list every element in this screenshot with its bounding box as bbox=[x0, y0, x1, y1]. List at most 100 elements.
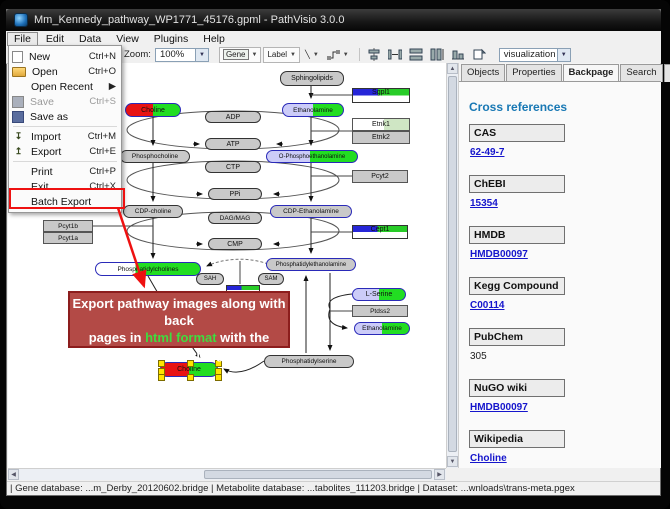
selection-handle[interactable] bbox=[158, 374, 165, 381]
cross-reference-link[interactable]: 62-49-7 bbox=[470, 147, 504, 158]
file-menu-item-print[interactable]: PrintCtrl+P bbox=[10, 164, 120, 179]
pathway-node-choline[interactable]: Choline bbox=[125, 103, 181, 117]
scroll-up-icon[interactable]: ▲ bbox=[447, 63, 458, 74]
line-tool-button[interactable]: ╲ ▼ bbox=[302, 48, 322, 62]
vertical-scroll-thumb[interactable] bbox=[448, 76, 457, 452]
menu-item-shortcut: Ctrl+O bbox=[88, 66, 116, 77]
tab-backpage[interactable]: Backpage bbox=[563, 64, 620, 82]
file-menu-item-exit[interactable]: ExitCtrl+X bbox=[10, 179, 120, 194]
section-title: ChEBI bbox=[469, 175, 565, 193]
cross-reference-link[interactable]: HMDB00097 bbox=[470, 249, 528, 260]
page-flip-icon[interactable] bbox=[470, 47, 488, 62]
vertical-scrollbar[interactable]: ▲ ▼ bbox=[446, 63, 458, 468]
menu-plugins[interactable]: Plugins bbox=[147, 32, 195, 46]
pathway-node-o-phosphoethanolamine[interactable]: O-Phosphoethanolamine bbox=[266, 150, 358, 163]
pathway-node-pcyt1b[interactable]: Pcyt1b bbox=[43, 220, 93, 232]
file-menu-item-batch-export[interactable]: Batch Export bbox=[10, 194, 120, 209]
pathway-node-sah[interactable]: SAH bbox=[196, 273, 224, 285]
menu-data[interactable]: Data bbox=[72, 32, 108, 46]
pathway-node-phosphocholine[interactable]: Phosphocholine bbox=[120, 150, 190, 163]
status-text: | Gene database: ...m_Derby_20120602.bri… bbox=[10, 483, 575, 494]
pathway-node-sgpl1[interactable]: Sgpl1 bbox=[352, 88, 410, 103]
file-menu-item-export[interactable]: ↥ExportCtrl+E bbox=[10, 144, 120, 159]
pathway-node-etnk2[interactable]: Etnk2 bbox=[352, 131, 410, 144]
node-label: DAG/MAG bbox=[220, 215, 251, 222]
horizontal-scrollbar[interactable]: ◀ ▶ bbox=[8, 468, 446, 480]
backpage-section-nugo-wiki: NuGO wikiHMDB00097 bbox=[469, 379, 661, 420]
backpage-section-pubchem: PubChem305 bbox=[469, 328, 661, 369]
menu-file[interactable]: File bbox=[7, 32, 38, 46]
tab-properties[interactable]: Properties bbox=[506, 64, 561, 82]
pathway-node-pcyt1a[interactable]: Pcyt1a bbox=[43, 232, 93, 244]
file-menu-item-open-recent[interactable]: Open Recent▶ bbox=[10, 79, 120, 94]
cross-references-heading: Cross references bbox=[469, 100, 661, 114]
connector-tool-button[interactable]: ▼ bbox=[324, 48, 352, 62]
zoom-combobox[interactable]: 100% ▼ bbox=[155, 48, 209, 62]
pathway-node-cdp-ethanolamine[interactable]: CDP-Ethanolamine bbox=[270, 205, 352, 218]
selection-handle[interactable] bbox=[215, 374, 222, 381]
align-bottom-icon[interactable] bbox=[449, 47, 467, 62]
node-label: Sphingolipids bbox=[291, 75, 333, 82]
horizontal-scroll-thumb[interactable] bbox=[204, 470, 432, 479]
pathway-node-adp[interactable]: ADP bbox=[205, 111, 261, 123]
pathway-node-ptdss2[interactable]: Ptdss2 bbox=[352, 305, 408, 317]
menu-view[interactable]: View bbox=[109, 32, 146, 46]
stack-rows-icon[interactable] bbox=[407, 47, 425, 62]
pathway-node-ctp[interactable]: CTP bbox=[205, 161, 261, 173]
menu-item-label: Export bbox=[31, 146, 81, 158]
file-menu-item-import[interactable]: ↧ImportCtrl+M bbox=[10, 129, 120, 144]
pathway-node-cmp[interactable]: CMP bbox=[208, 238, 262, 250]
node-label: Ethanolamine bbox=[293, 107, 333, 114]
menu-help[interactable]: Help bbox=[196, 32, 232, 46]
menu-edit[interactable]: Edit bbox=[39, 32, 71, 46]
backpage-section-wikipedia: WikipediaCholine bbox=[469, 430, 661, 468]
backpage-section-kegg-compound: Kegg CompoundC00114 bbox=[469, 277, 661, 318]
title-bar[interactable]: Mm_Kennedy_pathway_WP1771_45176.gpml - P… bbox=[6, 9, 661, 31]
node-label: ATP bbox=[226, 141, 239, 148]
chevron-down-icon: ▼ bbox=[343, 52, 349, 58]
label-tool-button[interactable]: Label ▼ bbox=[263, 47, 300, 63]
chevron-down-icon: ▼ bbox=[290, 52, 296, 58]
cross-reference-link[interactable]: HMDB00097 bbox=[470, 402, 528, 413]
backpage-section-cas: CAS62-49-7 bbox=[469, 124, 661, 165]
gene-tool-button[interactable]: Gene ▼ bbox=[219, 47, 262, 63]
pathway-node-ethanolamine[interactable]: Ethanolamine bbox=[354, 322, 410, 335]
pathway-node-ethanolamine[interactable]: Ethanolamine bbox=[282, 103, 344, 117]
file-menu-item-open[interactable]: OpenCtrl+O bbox=[10, 64, 120, 79]
pathway-node-cept1[interactable]: Cept1 bbox=[352, 225, 408, 239]
visualization-combobox[interactable]: visualization ▼ bbox=[499, 48, 571, 62]
pathway-node-sphingolipids[interactable]: Sphingolipids bbox=[280, 71, 344, 86]
file-menu-item-save[interactable]: SaveCtrl+S bbox=[10, 94, 120, 109]
tab-objects[interactable]: Objects bbox=[461, 64, 505, 82]
status-bar: | Gene database: ...m_Derby_20120602.bri… bbox=[7, 481, 660, 495]
tab-legend[interactable]: Legend bbox=[664, 64, 670, 82]
pathway-node-phosphatidylcholines[interactable]: Phosphatidylcholines bbox=[95, 262, 201, 276]
pathway-node-dag-mag[interactable]: DAG/MAG bbox=[208, 212, 262, 224]
pathway-node-etnk1[interactable]: Etnk1 bbox=[352, 118, 410, 131]
pathway-node-phosphatidylethanolamine[interactable]: Phosphatidylethanolamine bbox=[266, 258, 356, 271]
new-document-icon bbox=[12, 51, 23, 63]
cross-reference-link[interactable]: Choline bbox=[470, 453, 507, 464]
pathway-node-cdp-choline[interactable]: CDP-choline bbox=[123, 205, 183, 218]
file-menu-item-save-as[interactable]: Save as bbox=[10, 109, 120, 124]
pathway-node-sam[interactable]: SAM bbox=[258, 273, 284, 285]
scroll-right-icon[interactable]: ▶ bbox=[434, 469, 445, 480]
align-center-icon[interactable] bbox=[365, 47, 383, 62]
tab-search[interactable]: Search bbox=[620, 64, 662, 82]
pathway-node-choline[interactable]: Choline bbox=[160, 362, 218, 377]
cross-reference-link[interactable]: 15354 bbox=[470, 198, 498, 209]
pathway-node-atp[interactable]: ATP bbox=[205, 138, 261, 150]
file-menu-item-new[interactable]: NewCtrl+N bbox=[10, 49, 120, 64]
stack-columns-icon[interactable] bbox=[428, 47, 446, 62]
scroll-left-icon[interactable]: ◀ bbox=[8, 469, 19, 480]
selection-handle[interactable] bbox=[187, 374, 194, 381]
scroll-down-icon[interactable]: ▼ bbox=[447, 456, 458, 467]
pathway-node-ppi[interactable]: PPi bbox=[208, 188, 262, 200]
distribute-horizontal-icon[interactable] bbox=[386, 47, 404, 62]
menu-item-shortcut: Ctrl+X bbox=[89, 181, 116, 192]
pathway-node-pcyt2[interactable]: Pcyt2 bbox=[352, 170, 408, 183]
pathway-node-l-serine[interactable]: L-Serine bbox=[352, 288, 406, 301]
cross-reference-link[interactable]: C00114 bbox=[470, 300, 504, 311]
chevron-down-icon: ▼ bbox=[195, 49, 208, 61]
node-label: Etnk1 bbox=[372, 121, 390, 128]
